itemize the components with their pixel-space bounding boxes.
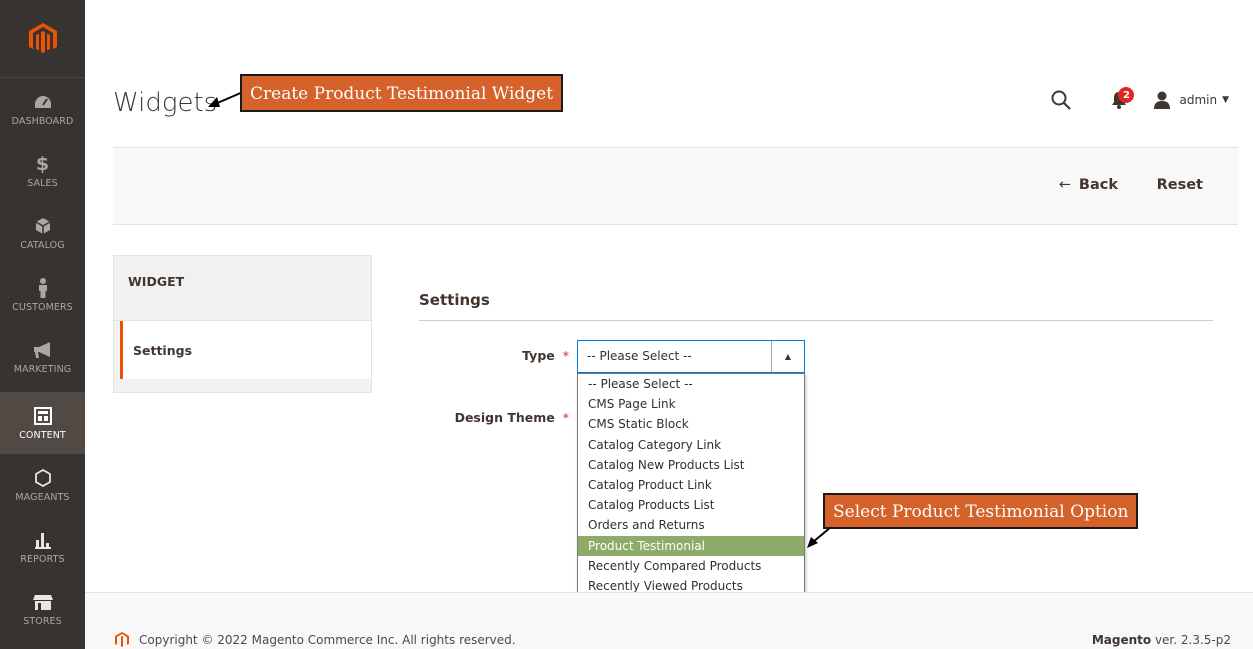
global-search-button[interactable] bbox=[1049, 88, 1073, 112]
type-select[interactable]: -- Please Select -- ▲ bbox=[577, 340, 805, 373]
option-callout: Select Product Testimonial Option bbox=[823, 493, 1139, 529]
sidebar-item-label: CUSTOMERS bbox=[12, 302, 73, 313]
version-info: Magento ver. 2.3.5-p2 bbox=[1092, 633, 1231, 647]
dollar-icon: $ bbox=[35, 153, 50, 175]
sidebar-item-marketing[interactable]: MARKETING bbox=[0, 326, 85, 388]
brand-name: Magento bbox=[1091, 633, 1152, 647]
cube-icon bbox=[32, 215, 54, 237]
dropdown-option[interactable]: Catalog Category Link bbox=[578, 435, 804, 455]
notification-count-badge: 2 bbox=[1118, 87, 1135, 103]
version-text: ver. 2.3.5-p2 bbox=[1151, 633, 1231, 647]
layout-icon bbox=[32, 405, 54, 427]
design-theme-label-text: Design Theme bbox=[454, 410, 555, 425]
copyright-text: Copyright © 2022 Magento Commerce Inc. A… bbox=[139, 633, 516, 647]
store-icon bbox=[32, 591, 54, 613]
type-dropdown-list: -- Please Select -- CMS Page Link CMS St… bbox=[577, 373, 805, 597]
reset-button[interactable]: Reset bbox=[1157, 177, 1203, 193]
dropdown-option-highlighted[interactable]: Product Testimonial bbox=[578, 535, 804, 556]
tab-settings-label: Settings bbox=[133, 343, 193, 358]
admin-username: admin bbox=[1179, 93, 1218, 107]
header-actions: 2 admin ▼ bbox=[1049, 87, 1229, 112]
sidebar-item-label: SALES bbox=[27, 178, 58, 189]
sidebar-item-label: CATALOG bbox=[20, 240, 65, 251]
dropdown-option[interactable]: CMS Page Link bbox=[578, 394, 804, 414]
search-icon bbox=[1051, 90, 1072, 110]
sidebar-item-label: MARKETING bbox=[13, 364, 72, 375]
bar-chart-icon bbox=[32, 529, 54, 551]
sidebar-item-stores[interactable]: STORES bbox=[0, 578, 85, 640]
type-select-value: -- Please Select -- bbox=[587, 349, 692, 363]
title-callout: Create Product Testimonial Widget bbox=[240, 74, 564, 112]
page-actions-bar: ← Back Reset bbox=[113, 147, 1238, 225]
person-icon bbox=[32, 277, 54, 299]
sidebar-item-customers[interactable]: CUSTOMERS bbox=[0, 264, 85, 326]
sidebar-item-label: MAGEANTS bbox=[15, 492, 70, 503]
back-button-label: Back bbox=[1078, 177, 1118, 193]
divider bbox=[419, 320, 1213, 321]
sidebar-item-label: STORES bbox=[23, 616, 62, 627]
dropdown-option[interactable]: Catalog Product Link bbox=[578, 475, 804, 495]
sidebar-item-mageants[interactable]: MAGEANTS bbox=[0, 454, 85, 516]
sidebar-item-label: DASHBOARD bbox=[11, 116, 74, 127]
admin-sidebar: DASHBOARD $ SALES CATALOG CUSTOMERS MARK… bbox=[0, 0, 85, 649]
sidebar-item-content[interactable]: CONTENT bbox=[0, 392, 85, 454]
arrow-left-icon: ← bbox=[1058, 177, 1071, 193]
tabs-title: WIDGET bbox=[128, 274, 185, 289]
dashboard-icon bbox=[32, 91, 54, 113]
chevron-down-icon: ▼ bbox=[1222, 95, 1229, 105]
required-asterisk-icon: * bbox=[562, 348, 569, 363]
dropdown-option[interactable]: Orders and Returns bbox=[578, 515, 804, 535]
copyright: Copyright © 2022 Magento Commerce Inc. A… bbox=[115, 632, 516, 648]
admin-user-menu[interactable]: admin ▼ bbox=[1153, 91, 1229, 109]
sidebar-item-catalog[interactable]: CATALOG bbox=[0, 202, 85, 264]
required-asterisk-icon: * bbox=[562, 410, 569, 425]
sidebar-item-label: REPORTS bbox=[20, 554, 65, 565]
tab-settings[interactable]: Settings bbox=[120, 321, 371, 379]
user-icon bbox=[1154, 91, 1171, 109]
sidebar-item-sales[interactable]: $ SALES bbox=[0, 140, 85, 202]
page-footer: Copyright © 2022 Magento Commerce Inc. A… bbox=[85, 592, 1253, 649]
page-title: Widgets bbox=[113, 88, 218, 118]
callout-arrow-icon bbox=[208, 91, 244, 107]
sidebar-item-dashboard[interactable]: DASHBOARD bbox=[0, 78, 85, 140]
notifications-button[interactable]: 2 bbox=[1107, 87, 1135, 112]
back-button[interactable]: ← Back bbox=[1059, 177, 1118, 193]
settings-section-title: Settings bbox=[419, 291, 490, 309]
widget-tabs: WIDGET Settings bbox=[113, 255, 372, 393]
design-theme-label: Design Theme * bbox=[455, 410, 569, 425]
type-label-text: Type bbox=[522, 348, 555, 363]
magento-logo-icon bbox=[28, 22, 57, 53]
dropdown-option[interactable]: CMS Static Block bbox=[578, 414, 804, 434]
dropdown-option[interactable]: Catalog New Products List bbox=[578, 455, 804, 475]
sidebar-item-reports[interactable]: REPORTS bbox=[0, 516, 85, 578]
magento-logo-icon bbox=[115, 632, 129, 647]
sidebar-item-label: CONTENT bbox=[19, 430, 66, 441]
type-label: Type * bbox=[522, 348, 569, 363]
dropdown-option[interactable]: Recently Compared Products bbox=[578, 556, 804, 576]
chevron-up-icon[interactable]: ▲ bbox=[771, 341, 804, 372]
dropdown-option[interactable]: Catalog Products List bbox=[578, 495, 804, 515]
magento-logo[interactable] bbox=[0, 0, 85, 78]
dropdown-option[interactable]: -- Please Select -- bbox=[578, 374, 804, 394]
megaphone-icon bbox=[32, 339, 54, 361]
hexagon-icon bbox=[32, 467, 54, 489]
